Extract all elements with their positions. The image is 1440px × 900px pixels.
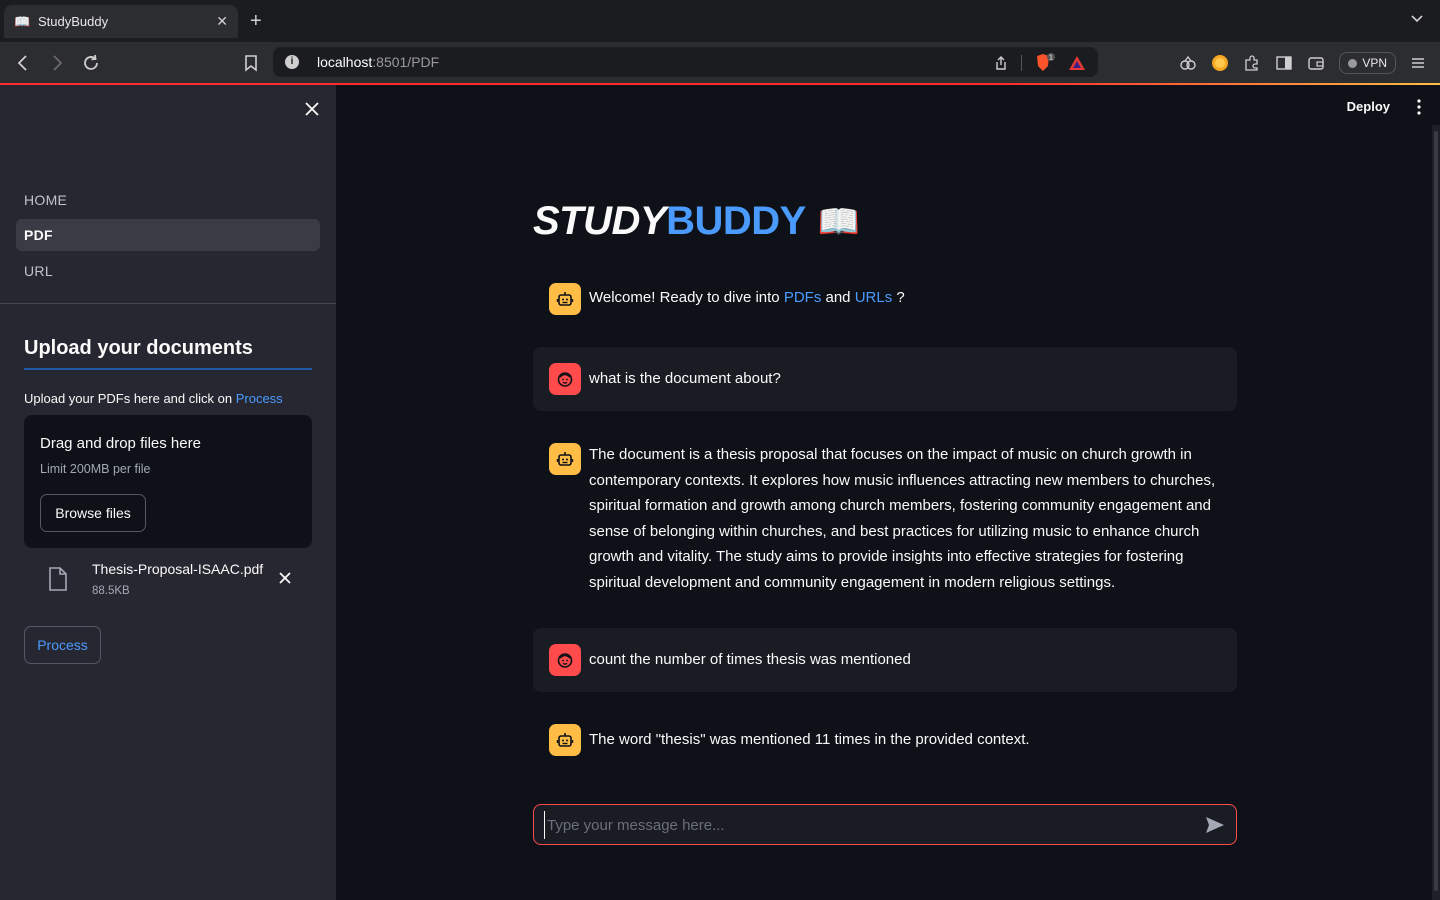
process-button[interactable]: Process	[24, 626, 101, 664]
extensions-puzzle-icon[interactable]	[1243, 54, 1261, 72]
chat-message-user: what is the document about?	[533, 347, 1237, 411]
chat-message-assistant: The document is a thesis proposal that f…	[533, 428, 1237, 608]
chat-message-user: count the number of times thesis was men…	[533, 628, 1237, 692]
sidebar: HOME PDF URL Upload your documents Uploa…	[0, 85, 336, 900]
info-icon[interactable]: i	[285, 55, 299, 69]
chat-input-container	[533, 804, 1237, 845]
share-icon[interactable]	[993, 55, 1009, 71]
svg-text:1: 1	[1049, 55, 1053, 62]
new-tab-icon[interactable]: +	[250, 10, 262, 32]
vpn-status-dot	[1348, 58, 1358, 68]
close-sidebar-icon[interactable]	[303, 100, 321, 118]
sidebar-item-home[interactable]: HOME	[16, 184, 320, 216]
book-emoji: 📖	[817, 202, 860, 241]
address-bar[interactable]: i localhost:8501/PDF 1	[273, 47, 1098, 77]
menu-icon[interactable]	[1410, 55, 1426, 71]
welcome-text: Welcome! Ready to dive into PDFs and URL…	[589, 289, 905, 306]
browse-files-button[interactable]: Browse files	[40, 494, 146, 532]
user-avatar-icon	[549, 363, 581, 395]
sidebar-item-url[interactable]: URL	[16, 255, 320, 287]
file-size: 88.5KB	[92, 585, 130, 597]
scrollbar-thumb[interactable]	[1434, 131, 1438, 891]
vpn-button[interactable]: VPN	[1339, 52, 1396, 74]
message-text: The word "thesis" was mentioned 11 times…	[589, 731, 1030, 748]
reload-icon[interactable]	[80, 52, 102, 74]
book-favicon-icon: 📖	[14, 13, 31, 29]
browser-tab-bar: 📖 StudyBuddy ✕ +	[0, 0, 1440, 42]
vpn-label: VPN	[1362, 56, 1387, 70]
file-dropzone[interactable]: Drag and drop files here Limit 200MB per…	[24, 415, 312, 548]
chat-message-assistant: The word "thesis" was mentioned 11 times…	[533, 709, 1237, 773]
bot-avatar-icon	[549, 283, 581, 315]
sidebar-item-pdf[interactable]: PDF	[16, 219, 320, 251]
chevron-down-icon[interactable]	[1410, 11, 1424, 25]
deploy-button[interactable]: Deploy	[1347, 99, 1390, 114]
wallet-icon[interactable]	[1307, 54, 1325, 72]
brave-shield-icon[interactable]: 1	[1034, 53, 1056, 73]
file-icon	[49, 567, 67, 591]
chat-message-assistant: Welcome! Ready to dive into PDFs and URL…	[533, 273, 1237, 323]
back-icon[interactable]	[12, 52, 34, 74]
user-avatar-icon	[549, 644, 581, 676]
send-icon[interactable]	[1204, 815, 1226, 835]
tab-title: StudyBuddy	[38, 14, 109, 29]
tab-close-icon[interactable]: ✕	[216, 13, 228, 30]
bot-avatar-icon	[549, 443, 581, 475]
pdfs-link: PDFs	[783, 289, 822, 306]
file-name: Thesis-Proposal-ISAAC.pdf	[92, 561, 264, 577]
message-text: The document is a thesis proposal that f…	[589, 446, 1216, 591]
page-title: STUDY BUDDY 📖	[533, 199, 860, 243]
heading-divider	[24, 368, 312, 370]
url-text: localhost:8501/PDF	[317, 54, 440, 70]
dropzone-limit: Limit 200MB per file	[40, 462, 151, 476]
chat-input[interactable]	[544, 811, 1184, 839]
urls-link: URLs	[854, 289, 893, 306]
url-divider	[1021, 55, 1022, 71]
bookmark-icon[interactable]	[240, 52, 262, 74]
sidebar-toggle-icon[interactable]	[1275, 54, 1293, 72]
brave-rewards-icon[interactable]	[1068, 55, 1086, 71]
remove-file-icon[interactable]	[278, 571, 292, 585]
more-options-icon[interactable]	[1416, 99, 1422, 115]
bot-avatar-icon	[549, 724, 581, 756]
main-content: Deploy STUDY BUDDY 📖 Welcome! Ready to div…	[336, 85, 1440, 900]
upload-caption: Upload your PDFs here and click on Proce…	[24, 391, 283, 406]
browser-tab[interactable]: 📖 StudyBuddy ✕	[4, 5, 238, 38]
leo-ai-icon[interactable]	[1179, 54, 1197, 72]
message-text: what is the document about?	[589, 370, 781, 387]
sidebar-divider	[0, 303, 336, 304]
forward-icon[interactable]	[46, 52, 68, 74]
uploaded-file: Thesis-Proposal-ISAAC.pdf 88.5KB	[24, 555, 312, 605]
message-text: count the number of times thesis was men…	[589, 651, 911, 668]
wallet-coin-icon[interactable]	[1211, 54, 1229, 72]
upload-heading: Upload your documents	[24, 337, 253, 359]
extension-icons: VPN	[1179, 42, 1440, 84]
dropzone-title: Drag and drop files here	[40, 435, 201, 452]
